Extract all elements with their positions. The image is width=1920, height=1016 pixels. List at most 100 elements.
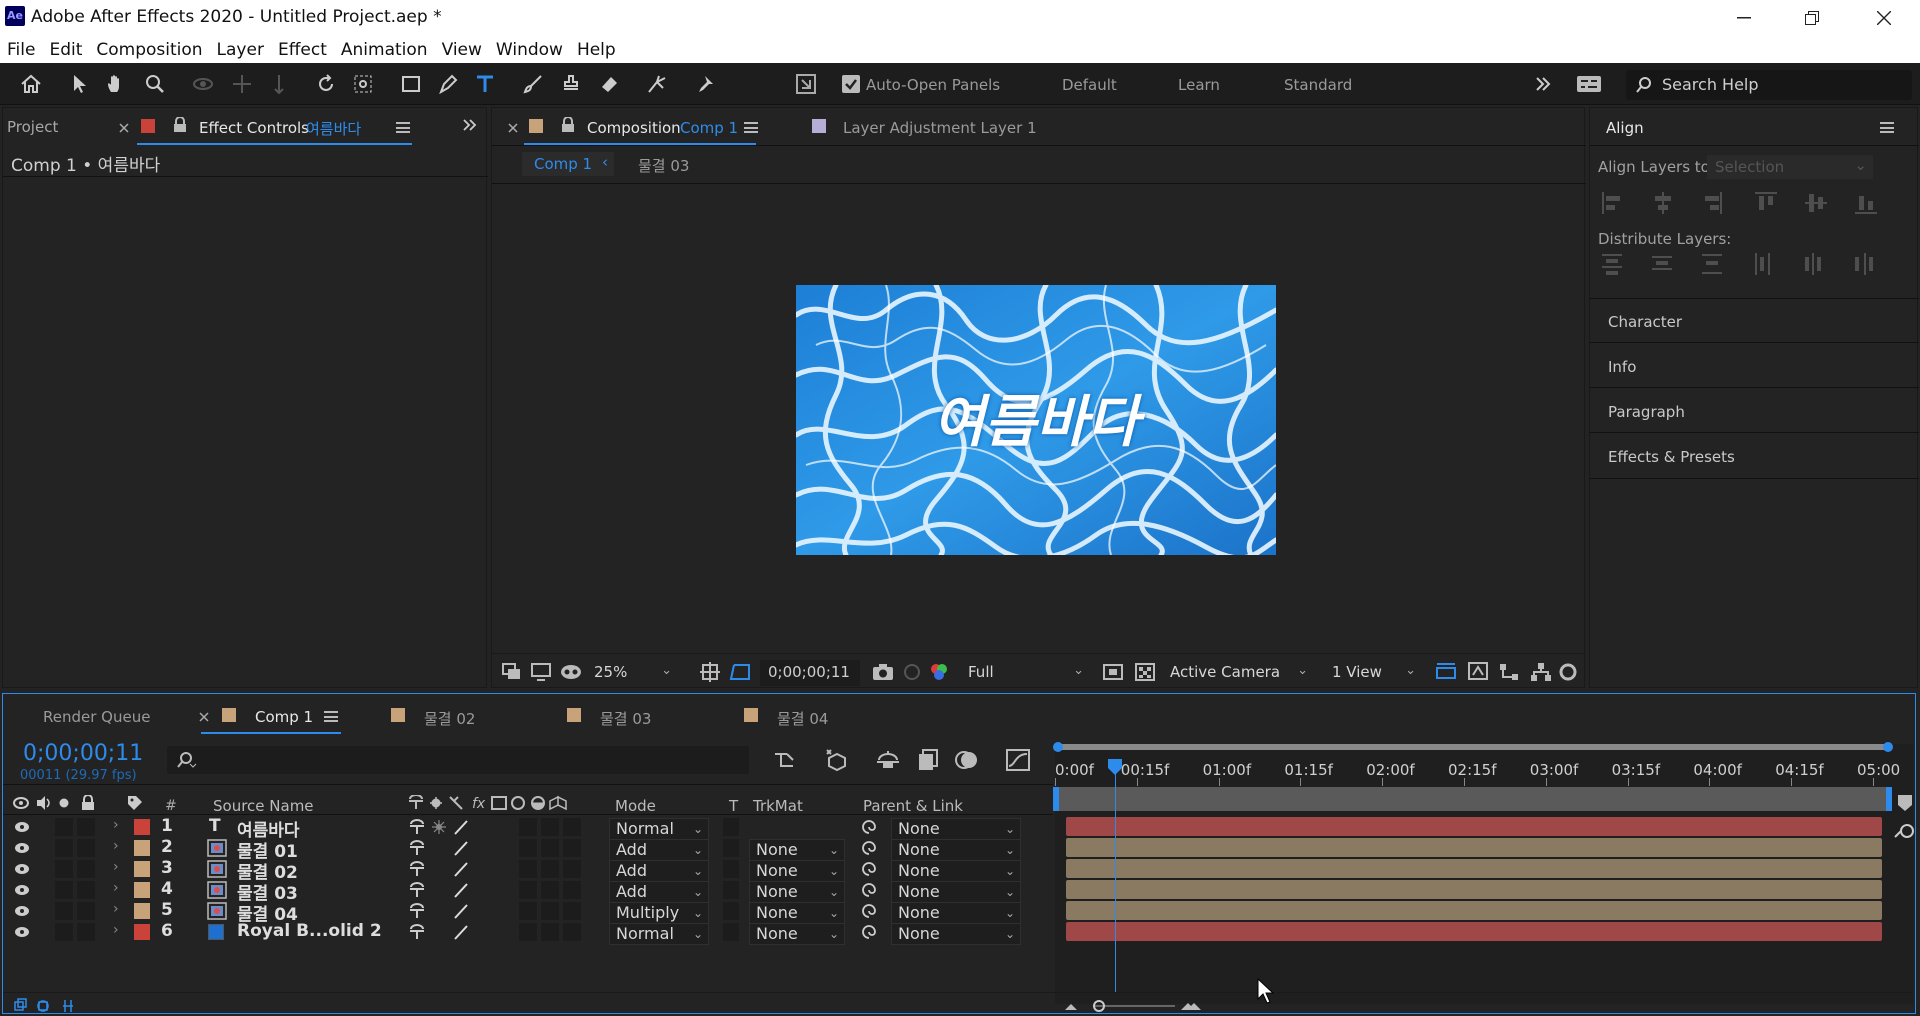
workspace-settings-icon[interactable] [1576,71,1602,97]
tab-comp1-timeline[interactable]: Comp 1 [255,708,313,726]
comp-panel-menu-icon[interactable] [744,122,758,133]
anchor-point-tool-icon[interactable] [350,71,376,97]
visibility-eye-icon[interactable] [14,863,30,875]
paragraph-panel[interactable]: Paragraph [1608,403,1685,421]
minimize-button[interactable] [1710,0,1778,36]
orbit-camera-icon[interactable] [190,71,216,97]
layer-duration-bar[interactable] [1066,901,1882,920]
tab-effect-controls[interactable]: Effect Controls [199,119,309,137]
effects-presets-panel[interactable]: Effects & Presets [1608,448,1735,466]
blend-switch[interactable] [541,860,559,878]
expand-chevron-icon[interactable]: › [113,859,119,875]
hand-tool-icon[interactable] [103,71,129,97]
shy-switch-icon[interactable] [409,819,425,835]
column-source-name[interactable]: Source Name [213,797,314,815]
shy-switch-icon[interactable] [409,903,425,919]
track-matte-dropdown[interactable]: None ⌄ [749,923,845,945]
layer-label-color[interactable] [134,882,150,898]
selection-tool-icon[interactable] [67,71,93,97]
tab-render-queue[interactable]: Render Queue [43,708,150,726]
tab-layer[interactable]: Layer Adjustment Layer 1 [843,119,1037,137]
tab-wave04[interactable]: 물결 04 [777,708,828,729]
render-settings-icon[interactable] [1558,662,1578,682]
lock-icon[interactable] [173,117,187,133]
blend-switch[interactable] [541,923,559,941]
safe-margins-icon[interactable] [700,662,720,682]
preserve-transparency-toggle[interactable] [723,860,739,878]
flowchart-icon[interactable] [1498,662,1520,682]
layer-row[interactable]: › 1 T 여름바다 Normal ⌄ None ⌄ [3,816,1053,841]
show-snapshot-icon[interactable] [902,663,922,681]
blend-switch[interactable] [541,818,559,836]
camera-dropdown[interactable]: Active Camera ⌄ [1164,660,1314,686]
align-target-dropdown[interactable]: Selection ⌄ [1707,155,1873,179]
layer-search-input[interactable] [167,746,749,774]
draft-3d-icon[interactable] [825,748,851,772]
lock-toggle[interactable] [77,923,95,941]
info-panel[interactable]: Info [1608,358,1636,376]
pen-tool-icon[interactable] [435,71,461,97]
layer-label-color[interactable] [134,924,150,940]
puppet-pin-tool-icon[interactable] [692,71,718,97]
effect-switch[interactable] [519,902,537,920]
layer-duration-bar[interactable] [1066,922,1882,941]
preserve-transparency-toggle[interactable] [723,839,739,857]
color-channels-icon[interactable] [929,663,949,681]
layer-row[interactable]: › 4 물결 03 Add ⌄ None ⌄ None ⌄ [3,879,1053,904]
effect-switch[interactable] [519,923,537,941]
pick-whip-icon[interactable] [861,861,877,877]
menu-window[interactable]: Window [496,40,563,60]
menu-layer[interactable]: Layer [217,40,264,60]
views-dropdown[interactable]: 1 View ⌄ [1326,660,1422,686]
preserve-transparency-toggle[interactable] [723,902,739,920]
composition-viewer[interactable]: 여름바다 [796,285,1276,555]
solo-toggle[interactable] [55,902,73,920]
motion-blur-icon[interactable] [955,748,979,772]
visibility-eye-icon[interactable] [14,926,30,938]
always-preview-icon[interactable] [502,663,522,681]
close-comp-tab-icon[interactable] [508,123,518,133]
lock-toggle[interactable] [77,902,95,920]
shy-switch-icon[interactable] [409,924,425,940]
quality-switch-icon[interactable] [453,903,469,919]
pan-camera-icon[interactable] [229,71,255,97]
zoom-dropdown[interactable]: 25% ⌄ [590,660,678,686]
menu-composition[interactable]: Composition [96,40,202,60]
tab-project[interactable]: Project [7,118,58,136]
fast-previews-icon[interactable] [1103,663,1123,681]
comp-marker-bin-icon[interactable] [1897,794,1913,812]
composition-name[interactable]: Comp 1 [680,119,738,137]
expand-chevron-icon[interactable]: › [113,880,119,896]
3d-switch[interactable] [563,881,581,899]
parent-dropdown[interactable]: None ⌄ [891,923,1021,945]
zoom-tool-icon[interactable] [142,71,168,97]
rectangle-tool-icon[interactable] [398,71,424,97]
collapse-switch-icon[interactable] [431,819,447,835]
search-help-field[interactable]: Search Help [1626,70,1912,100]
layer-row[interactable]: › 5 물결 04 Multiply ⌄ None ⌄ None ⌄ [3,900,1053,925]
solo-toggle[interactable] [55,923,73,941]
layer-label-color[interactable] [134,903,150,919]
distribute-buttons[interactable] [1600,251,1890,277]
subtab-comp1[interactable]: Comp 1 ‹ [522,152,614,176]
effect-switch[interactable] [519,860,537,878]
solo-toggle[interactable] [55,839,73,857]
tab-wave03[interactable]: 물결 03 [600,708,651,729]
layer-row[interactable]: › 2 물결 01 Add ⌄ None ⌄ None ⌄ [3,837,1053,862]
align-menu-icon[interactable] [1880,122,1894,133]
menu-animation[interactable]: Animation [341,40,428,60]
type-tool-icon[interactable] [472,71,498,97]
visibility-eye-icon[interactable] [14,842,30,854]
visibility-eye-icon[interactable] [14,905,30,917]
workspace-default[interactable]: Default [1062,76,1117,94]
pick-whip-icon[interactable] [861,882,877,898]
pick-whip-icon[interactable] [861,924,877,940]
lock-toggle[interactable] [77,860,95,878]
more-workspaces-icon[interactable] [1530,71,1556,97]
close-timeline-tab-icon[interactable] [199,712,209,722]
layer-label-color[interactable] [134,840,150,856]
work-area-bar[interactable] [1059,744,1891,750]
rotate-tool-icon[interactable] [313,71,339,97]
layer-row[interactable]: › 6 Royal B...olid 2 Normal ⌄ None ⌄ None ⌄ [3,921,1053,945]
blend-switch[interactable] [541,902,559,920]
